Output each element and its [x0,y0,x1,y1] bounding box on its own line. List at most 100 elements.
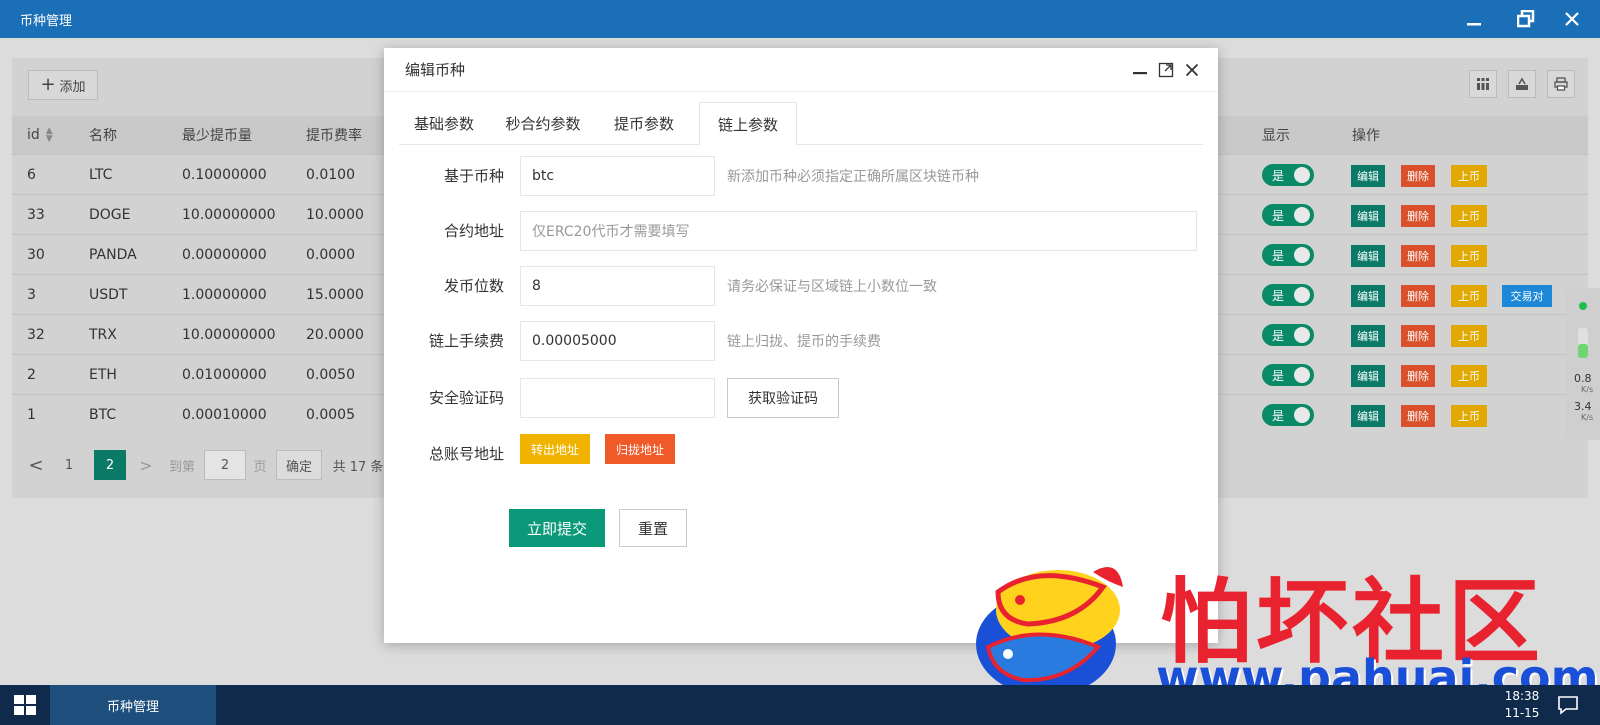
load-bar [1578,328,1588,358]
cell-id: 32 [27,327,45,343]
edit-button[interactable]: 编辑 [1351,205,1385,227]
delete-button[interactable]: 删除 [1401,325,1435,347]
cell-min-withdraw: 0.00000000 [182,247,267,263]
display-toggle[interactable]: 是 [1262,404,1314,426]
net-speed-widget[interactable]: 0.8 K/s 3.4 K/s [1566,288,1600,440]
trading-pair-button[interactable]: 交易对 [1502,285,1552,307]
transfer-out-address-button[interactable]: 转出地址 [520,434,590,464]
display-toggle[interactable]: 是 [1262,244,1314,266]
col-id[interactable]: id ▲ ▼ [27,116,53,154]
display-toggle[interactable]: 是 [1262,284,1314,306]
display-toggle[interactable]: 是 [1262,204,1314,226]
restore-icon[interactable] [1506,0,1546,38]
maximize-icon[interactable] [1154,58,1178,82]
taskbar-app-coin-management[interactable]: 币种管理 [50,685,216,725]
tab-withdraw[interactable]: 提币参数 [597,102,691,145]
display-toggle[interactable]: 是 [1262,164,1314,186]
close-icon[interactable] [1180,58,1204,82]
list-coin-button[interactable]: 上币 [1451,165,1487,187]
display-toggle-label: 是 [1272,328,1285,343]
delete-button[interactable]: 删除 [1401,245,1435,267]
submit-button[interactable]: 立即提交 [509,509,605,547]
cell-fee-rate: 0.0005 [306,407,355,423]
list-coin-button[interactable]: 上币 [1451,205,1487,227]
print-icon[interactable] [1547,70,1575,98]
display-toggle[interactable]: 是 [1262,324,1314,346]
edit-button[interactable]: 编辑 [1351,365,1385,387]
reset-button[interactable]: 重置 [619,509,687,547]
display-toggle[interactable]: 是 [1262,364,1314,386]
toggle-knob [1294,207,1310,223]
contract-address-input[interactable]: 仅ERC20代币才需要填写 [520,211,1197,251]
base-coin-input[interactable]: btc [520,156,715,196]
page-unit: 页 [253,459,267,475]
contract-address-label: 合约地址 [443,222,504,240]
plus-icon: + [40,74,56,95]
download-unit: K/s [1581,413,1594,422]
prev-page-icon[interactable]: < [24,450,48,480]
cell-min-withdraw: 0.01000000 [182,367,267,383]
cell-name: USDT [89,287,128,303]
base-coin-hint: 新添加币种必须指定正确所属区块链币种 [727,169,979,185]
cell-min-withdraw: 0.00010000 [182,407,267,423]
list-coin-button[interactable]: 上币 [1451,365,1487,387]
security-code-input[interactable] [520,378,715,418]
taskbar-clock[interactable]: 18:38 11-15 [1494,688,1550,722]
list-coin-button[interactable]: 上币 [1451,325,1487,347]
goto-confirm-button[interactable]: 确定 [276,450,322,480]
toggle-knob [1294,327,1310,343]
goto-page-input[interactable]: 2 [204,450,246,480]
tab-onchain[interactable]: 链上参数 [699,102,797,146]
delete-button[interactable]: 删除 [1401,165,1435,187]
delete-button[interactable]: 删除 [1401,405,1435,427]
toggle-knob [1294,247,1310,263]
chain-fee-hint: 链上归拢、提币的手续费 [727,334,881,350]
edit-button[interactable]: 编辑 [1351,405,1385,427]
list-coin-button[interactable]: 上币 [1451,245,1487,267]
cell-name: LTC [89,167,113,183]
sort-icon[interactable]: ▲ ▼ [46,127,53,144]
edit-button[interactable]: 编辑 [1351,165,1385,187]
list-coin-button[interactable]: 上币 [1451,285,1487,307]
cell-id: 1 [27,407,36,423]
edit-button[interactable]: 编辑 [1351,325,1385,347]
cell-fee-rate: 10.0000 [306,207,364,223]
cell-fee-rate: 0.0000 [306,247,355,263]
get-code-button[interactable]: 获取验证码 [727,378,839,418]
delete-button[interactable]: 删除 [1401,365,1435,387]
list-coin-button[interactable]: 上币 [1451,405,1487,427]
chain-fee-input[interactable]: 0.00005000 [520,321,715,361]
minimize-icon[interactable] [1454,0,1494,38]
cell-id: 6 [27,167,36,183]
col-name: 名称 [89,128,117,144]
close-icon[interactable] [1552,0,1592,38]
window-titlebar: 币种管理 [0,0,1600,38]
page-2-current[interactable]: 2 [94,450,126,480]
tab-basic[interactable]: 基础参数 [399,102,489,145]
tab-second-contract[interactable]: 秒合约参数 [489,102,597,145]
security-code-label: 安全验证码 [428,389,504,407]
minimize-icon[interactable] [1128,58,1152,82]
cell-name: PANDA [89,247,137,263]
decimals-input[interactable]: 8 [520,266,715,306]
edit-button[interactable]: 编辑 [1351,285,1385,307]
display-toggle-label: 是 [1272,208,1285,223]
export-icon[interactable] [1508,70,1536,98]
display-toggle-label: 是 [1272,408,1285,423]
next-page-icon[interactable]: > [136,450,156,480]
add-button[interactable]: + 添加 [28,70,98,100]
cell-min-withdraw: 10.00000000 [182,327,276,343]
base-coin-label: 基于币种 [443,167,504,185]
delete-button[interactable]: 删除 [1401,285,1435,307]
notification-icon[interactable] [1556,693,1580,717]
download-speed: 3.4 [1574,400,1592,413]
toggle-knob [1294,287,1310,303]
collect-address-button[interactable]: 归拢地址 [605,434,675,464]
dialog-tabs: 基础参数 秒合约参数 提币参数 链上参数 [399,102,1203,146]
windows-start-icon[interactable] [14,695,36,715]
edit-button[interactable]: 编辑 [1351,245,1385,267]
delete-button[interactable]: 删除 [1401,205,1435,227]
clock-date: 11-15 [1504,706,1540,720]
columns-icon[interactable] [1469,70,1497,98]
page-1[interactable]: 1 [58,450,80,480]
